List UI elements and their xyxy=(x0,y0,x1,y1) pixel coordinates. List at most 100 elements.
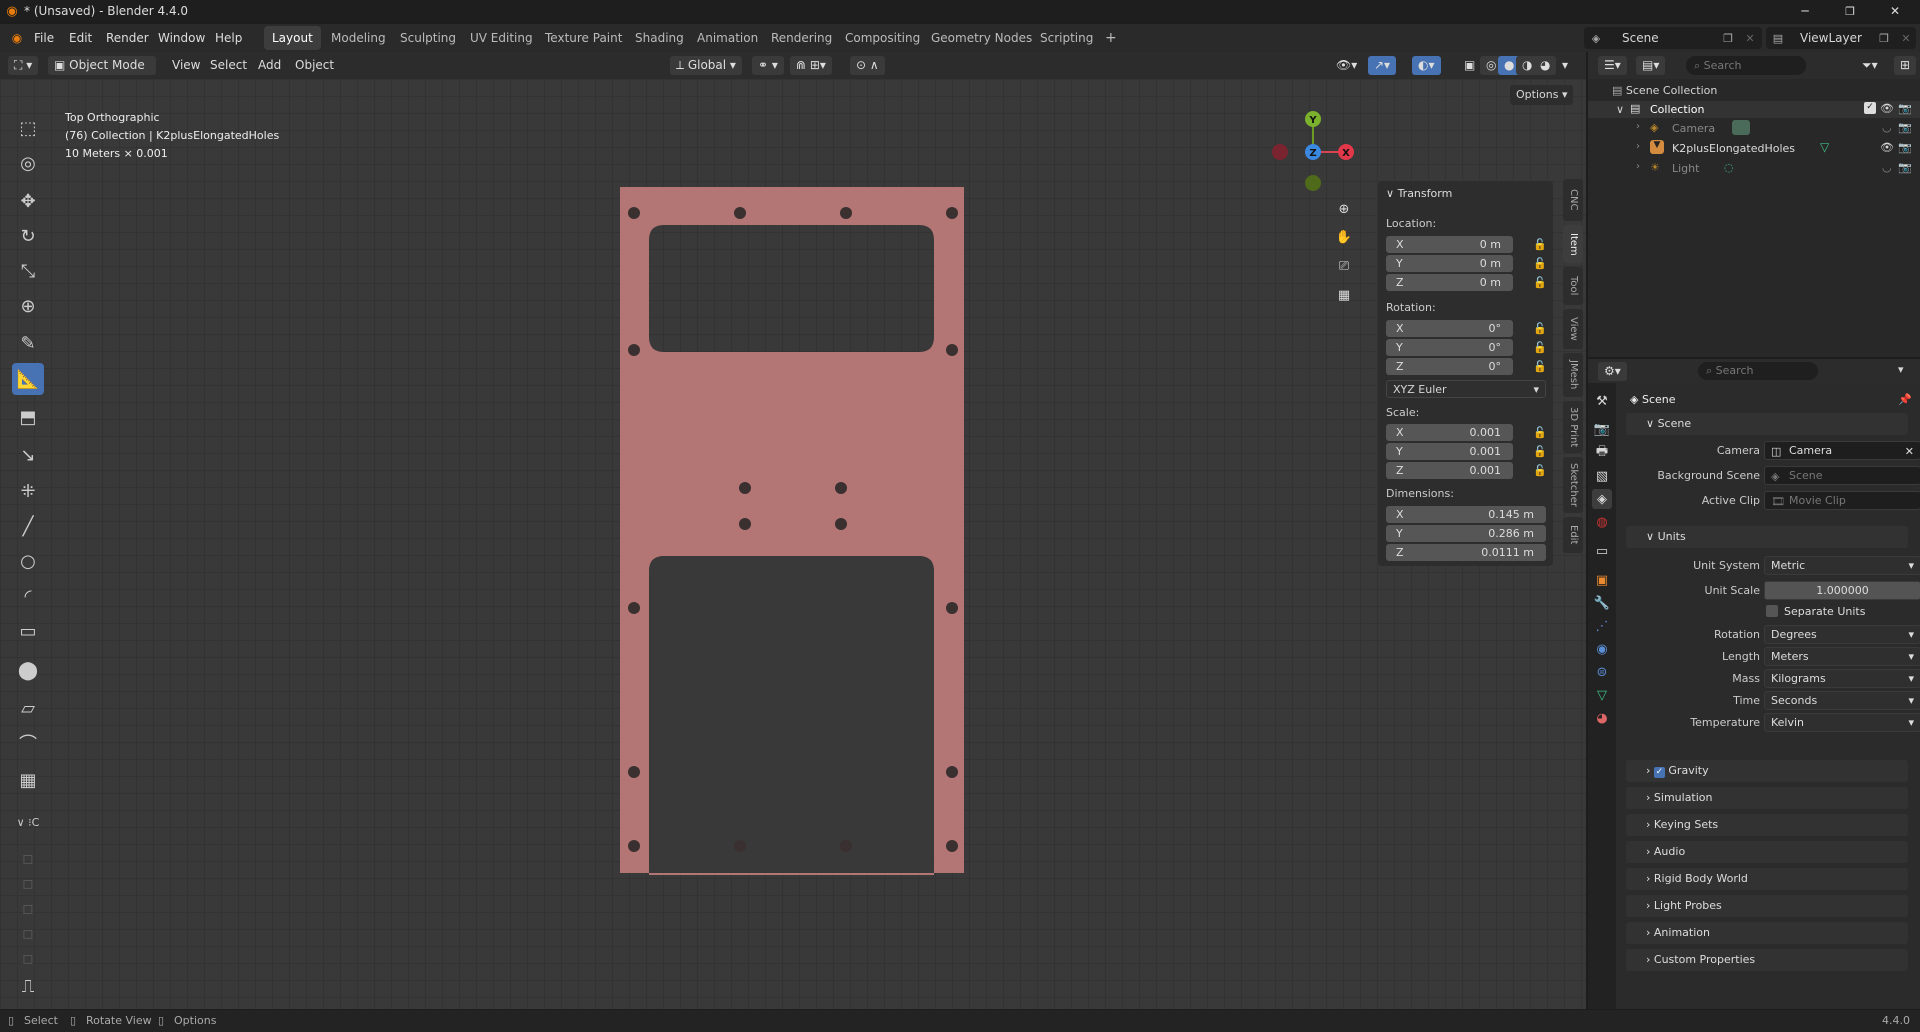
tool-extra-icon[interactable]: ↘ xyxy=(12,439,44,471)
visibility-icon[interactable]: 👁▾ xyxy=(1330,56,1363,75)
scene-selector[interactable]: ◈ Scene ❐ ✕ xyxy=(1584,27,1762,49)
tab-uv-editing[interactable]: UV Editing xyxy=(462,26,541,50)
minimize-icon[interactable]: ─ xyxy=(1790,0,1820,22)
rotation-units-dropdown[interactable]: Degrees ▾ xyxy=(1764,625,1920,644)
mode-dropdown[interactable]: ▣ Object Mode ▾ xyxy=(48,56,156,91)
none-material-icon[interactable]: ⬤ xyxy=(12,654,44,686)
location-z-field[interactable]: Z 0 m xyxy=(1386,274,1513,291)
menu-add[interactable]: Add xyxy=(252,56,287,75)
menu-edit[interactable]: Edit xyxy=(69,24,92,52)
tool-tab-icon[interactable]: ⚒ xyxy=(1592,391,1612,411)
mass-dropdown[interactable]: Kilograms ▾ xyxy=(1764,669,1920,688)
move-icon[interactable]: ✥ xyxy=(12,185,44,217)
tab-texture-paint[interactable]: Texture Paint xyxy=(537,26,630,50)
ortho-grid-icon[interactable]: ▦ xyxy=(1332,283,1356,307)
rotation-y-field[interactable]: Y 0° xyxy=(1386,339,1513,356)
xray-icon[interactable]: ▣ xyxy=(1458,56,1481,75)
rotate-icon[interactable]: ↻ xyxy=(12,220,44,252)
rotation-x-field[interactable]: X 0° xyxy=(1386,320,1513,337)
section-keying-sets[interactable]: › Keying Sets xyxy=(1626,814,1908,836)
camera-render-icon[interactable]: 📷 xyxy=(1898,141,1912,154)
viewlayer-selector[interactable]: ▤ ViewLayer ❐ ✕ xyxy=(1766,27,1916,49)
add-rectangle-icon[interactable]: ▭ xyxy=(12,615,44,647)
expand-icon[interactable]: › xyxy=(1636,141,1640,152)
shading-options-icon[interactable]: ▾ xyxy=(1556,56,1574,75)
section-rigid-body-world[interactable]: › Rigid Body World xyxy=(1626,868,1908,890)
tab-compositing[interactable]: Compositing xyxy=(837,26,928,50)
section-animation[interactable]: › Animation xyxy=(1626,922,1908,944)
section-simulation[interactable]: › Simulation xyxy=(1626,787,1908,809)
measure-icon[interactable]: 📐 xyxy=(12,363,44,395)
tab-view[interactable]: View xyxy=(1563,309,1583,349)
render-tab-icon[interactable]: 📷 xyxy=(1592,419,1612,439)
annotate-icon[interactable]: ✎ xyxy=(12,327,44,359)
pivot-icon[interactable]: ⚭ ▾ xyxy=(752,56,784,75)
outliner-row-camera[interactable]: › ◈ Camera ◡ 📷 xyxy=(1588,120,1920,137)
unit-system-dropdown[interactable]: Metric ▾ xyxy=(1764,556,1920,575)
camera-field[interactable]: ◫ Camera ✕ xyxy=(1764,441,1920,460)
proportional-edit-icon[interactable]: ⊙ ∧ xyxy=(850,56,885,75)
page-icon[interactable]: ▱ xyxy=(12,692,44,724)
delete-scene-icon[interactable]: ✕ xyxy=(1742,30,1758,46)
section-gravity[interactable]: › ✓ Gravity xyxy=(1626,760,1908,782)
tab-3d-print[interactable]: 3D Print xyxy=(1563,401,1583,453)
section-light-probes[interactable]: › Light Probes xyxy=(1626,895,1908,917)
outliner-editor-icon[interactable]: ☰▾ xyxy=(1598,56,1627,75)
add-arc-icon[interactable]: ◜ xyxy=(12,580,44,612)
tab-layout[interactable]: Layout xyxy=(264,26,321,50)
section-custom-properties[interactable]: › Custom Properties xyxy=(1626,949,1908,971)
separate-units-checkbox[interactable] xyxy=(1766,605,1778,617)
tab-shading[interactable]: Shading xyxy=(627,26,692,50)
chevron-down-icon[interactable]: ▾ xyxy=(1898,363,1904,376)
gizmo-neg-y-axis[interactable] xyxy=(1305,175,1321,191)
tab-geometry-nodes[interactable]: Geometry Nodes xyxy=(923,26,1040,50)
menu-select[interactable]: Select xyxy=(204,56,253,75)
outliner-search[interactable]: ⌕ Search xyxy=(1686,56,1806,75)
grid-fill-icon[interactable]: ▦ xyxy=(12,764,44,796)
world-tab-icon[interactable]: ◍ xyxy=(1592,512,1612,532)
curve-tool-icon[interactable]: ⌒ xyxy=(12,727,44,759)
lock-icon[interactable]: 🔓 xyxy=(1533,341,1547,354)
outliner-root[interactable]: ▤ Scene Collection xyxy=(1612,84,1717,97)
eye-icon[interactable]: 👁 xyxy=(1880,102,1894,115)
shading-rendered-icon[interactable]: ◕ xyxy=(1534,56,1557,75)
eye-closed-icon[interactable]: ◡ xyxy=(1882,161,1892,174)
gravity-checkbox[interactable]: ✓ xyxy=(1653,767,1665,778)
section-units[interactable]: ∨ Units xyxy=(1626,526,1908,548)
pin-icon[interactable]: 📌 xyxy=(1898,393,1912,406)
properties-editor-icon[interactable]: ⚙▾ xyxy=(1598,362,1627,381)
scale-z-field[interactable]: Z 0.001 xyxy=(1386,462,1513,479)
pan-hand-icon[interactable]: ✋ xyxy=(1332,225,1356,249)
menu-view[interactable]: View xyxy=(166,56,206,75)
tab-cnc[interactable]: CNC xyxy=(1563,179,1583,221)
overlay-toggle-icon[interactable]: ◐▾ xyxy=(1412,56,1441,75)
scale-y-field[interactable]: Y 0.001 xyxy=(1386,443,1513,460)
navigation-gizmo[interactable]: Y X Z xyxy=(1268,107,1358,197)
menu-help[interactable]: Help xyxy=(215,24,242,52)
display-mode-icon[interactable]: ▤▾ xyxy=(1636,56,1666,75)
scale-icon[interactable]: ⤡ xyxy=(12,255,44,287)
tab-rendering[interactable]: Rendering xyxy=(763,26,840,50)
clear-icon[interactable]: ✕ xyxy=(1905,443,1914,460)
new-collection-icon[interactable]: ⊞ xyxy=(1894,56,1917,75)
outliner-row-light[interactable]: › ☀ Light ◌ ◡ 📷 xyxy=(1588,160,1920,177)
tab-modeling[interactable]: Modeling xyxy=(323,26,394,50)
3d-viewport[interactable]: Options ▾ Top Orthographic (76) Collecti… xyxy=(0,79,1586,1009)
transform-header[interactable]: ∨ Transform xyxy=(1386,187,1452,200)
lock-icon[interactable]: 🔓 xyxy=(1533,445,1547,458)
length-dropdown[interactable]: Meters ▾ xyxy=(1764,647,1920,666)
rotation-z-field[interactable]: Z 0° xyxy=(1386,358,1513,375)
lock-icon[interactable]: 🔓 xyxy=(1533,257,1547,270)
temperature-dropdown[interactable]: Kelvin ▾ xyxy=(1764,713,1920,732)
menu-object[interactable]: Object xyxy=(289,56,340,75)
tab-item[interactable]: Item xyxy=(1563,225,1583,263)
lock-icon[interactable]: 🔓 xyxy=(1533,238,1547,251)
dimensions-z-field[interactable]: Z 0.0111 m xyxy=(1386,544,1546,561)
select-box-icon[interactable]: ⬚ xyxy=(12,112,44,144)
tab-animation[interactable]: Animation xyxy=(689,26,766,50)
add-vertex-icon[interactable]: ⁜ xyxy=(12,475,44,507)
eye-closed-icon[interactable]: ◡ xyxy=(1882,121,1892,134)
menu-render[interactable]: Render xyxy=(106,24,149,52)
tab-tool[interactable]: Tool xyxy=(1563,267,1583,305)
tab-sculpting[interactable]: Sculpting xyxy=(392,26,464,50)
